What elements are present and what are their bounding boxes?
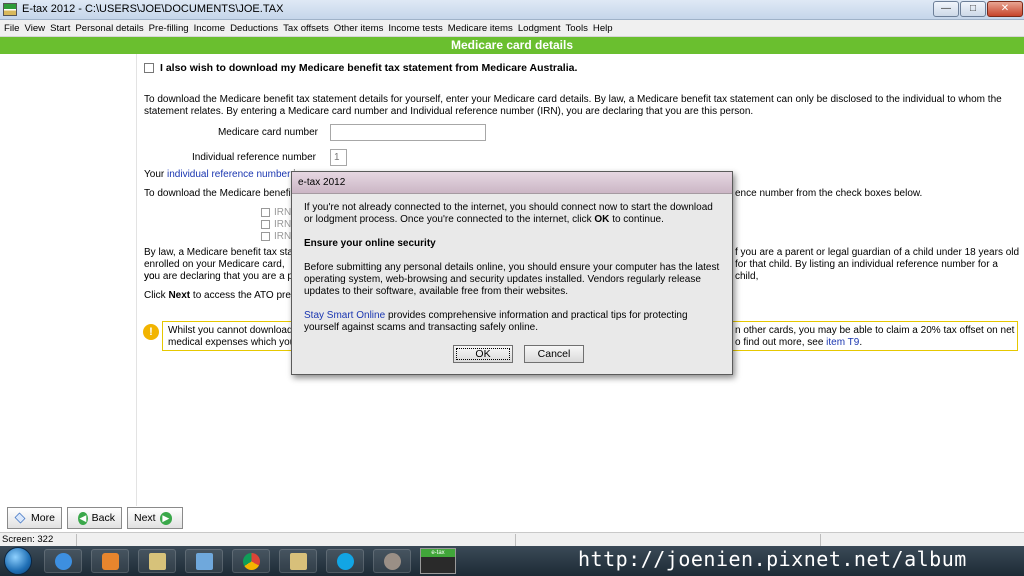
- folder-icon[interactable]: [138, 549, 176, 573]
- minimize-button[interactable]: —: [933, 1, 959, 17]
- card-number-label: Medicare card number: [217, 127, 318, 138]
- irn-checkbox-3[interactable]: IRN: [261, 231, 291, 242]
- dialog-body: If you're not already connected to the i…: [304, 202, 724, 334]
- irn-checkbox-1[interactable]: IRN: [261, 207, 291, 218]
- status-separator: [76, 534, 77, 546]
- download-statement-option[interactable]: I also wish to download my Medicare bene…: [144, 62, 577, 74]
- irn-input[interactable]: [330, 149, 347, 166]
- menu-pre-filling[interactable]: Pre-filling: [149, 23, 189, 34]
- etax-taskbar-icon[interactable]: e-tax: [420, 548, 456, 574]
- irn-checkbox-1-label: IRN: [274, 207, 292, 218]
- watermark-text: http://joenien.pixnet.net/album: [578, 547, 967, 571]
- stay-smart-online-link[interactable]: Stay Smart Online: [304, 310, 385, 321]
- next-arrow-icon: ▶: [159, 511, 172, 525]
- law-line-1-left: By law, a Medicare benefit tax sta: [144, 247, 293, 258]
- media-player-icon[interactable]: [91, 549, 129, 573]
- irn-checkbox-2-box[interactable]: [261, 220, 270, 229]
- menu-personal-details[interactable]: Personal details: [75, 23, 143, 34]
- menu-medicare-items[interactable]: Medicare items: [448, 23, 513, 34]
- intro-paragraph: To download the Medicare benefit tax sta…: [144, 94, 1002, 117]
- window-title: E-tax 2012 - C:\USERS\JOE\DOCUMENTS\JOE.…: [22, 3, 284, 15]
- more-button[interactable]: More: [7, 507, 62, 529]
- dialog-para-stay-smart: Stay Smart Online provides comprehensive…: [304, 310, 724, 334]
- click-prefix: Click: [144, 290, 166, 301]
- skype-icon[interactable]: [326, 549, 364, 573]
- menu-tools[interactable]: Tools: [565, 23, 587, 34]
- download-line-left: To download the Medicare benefit: [144, 188, 294, 199]
- next-button[interactable]: Next ▶: [127, 507, 183, 529]
- connect-dialog: e-tax 2012 If you're not already connect…: [291, 171, 733, 375]
- menu-income-tests[interactable]: Income tests: [388, 23, 442, 34]
- dialog-para-connect-b: to continue.: [612, 214, 664, 225]
- paint-icon[interactable]: [185, 549, 223, 573]
- irn-help-link[interactable]: individual reference number: [167, 169, 290, 180]
- menu-other-items[interactable]: Other items: [334, 23, 384, 34]
- menu-deductions[interactable]: Deductions: [230, 23, 278, 34]
- start-button[interactable]: [4, 547, 32, 575]
- law-line-2-right: for that child. By listing an individual…: [735, 259, 998, 282]
- menu-view[interactable]: View: [24, 23, 45, 34]
- diamond-icon: [14, 512, 26, 524]
- irn-checkbox-1-box[interactable]: [261, 208, 270, 217]
- ie-icon[interactable]: [44, 549, 82, 573]
- law-line-1-right: f you are a parent or legal guardian of …: [735, 247, 1020, 258]
- section-title: Medicare card details: [0, 37, 1024, 54]
- menu-income[interactable]: Income: [194, 23, 225, 34]
- info-right-2-line: o find out more, see item T9.: [735, 337, 862, 349]
- click-rest: to access the ATO pre: [192, 290, 291, 301]
- dialog-title: e-tax 2012: [298, 177, 346, 188]
- download-line-right: ence number from the check boxes below.: [735, 188, 923, 199]
- download-statement-label: I also wish to download my Medicare bene…: [160, 62, 578, 74]
- click-next-bold: Next: [168, 290, 191, 301]
- chrome-icon[interactable]: [232, 549, 270, 573]
- title-bar: E-tax 2012 - C:\USERS\JOE\DOCUMENTS\JOE.…: [0, 0, 1024, 20]
- download-statement-checkbox[interactable]: [144, 63, 154, 73]
- maximize-button[interactable]: □: [960, 1, 986, 17]
- irn-label: Individual reference number: [192, 152, 316, 163]
- irn-help-prefix: Your: [144, 169, 165, 180]
- irn-checkbox-2-label: IRN: [274, 219, 292, 230]
- info-left-1: Whilst you cannot download: [168, 325, 293, 336]
- menu-start[interactable]: Start: [50, 23, 70, 34]
- info-warning-icon: !: [143, 324, 159, 340]
- status-text: Screen: 322: [2, 534, 54, 545]
- law-line-3-left: you are declaring that you are a p: [144, 271, 293, 282]
- dialog-title-bar: e-tax 2012: [292, 172, 732, 194]
- menu-tax-offsets[interactable]: Tax offsets: [283, 23, 329, 34]
- menu-help[interactable]: Help: [593, 23, 613, 34]
- ok-button[interactable]: OK: [453, 345, 513, 363]
- status-separator: [515, 534, 516, 546]
- dialog-security-heading: Ensure your online security: [304, 238, 436, 249]
- etax-taskbar-label: e-tax: [421, 549, 455, 557]
- irn-checkbox-3-label: IRN: [274, 231, 292, 242]
- info-left-2: medical expenses which you: [168, 337, 296, 348]
- back-button[interactable]: ◀ Back: [67, 507, 122, 529]
- folder-icon[interactable]: [279, 549, 317, 573]
- status-separator: [820, 534, 821, 546]
- click-next-line: Click Next to access the ATO pre: [144, 290, 294, 302]
- irn-checkbox-2[interactable]: IRN: [261, 219, 291, 230]
- dialog-para-connect: If you're not already connected to the i…: [304, 202, 724, 226]
- menu-bar: File View Start Personal details Pre-fil…: [0, 20, 1024, 37]
- menu-file[interactable]: File: [4, 23, 19, 34]
- irn-checkbox-3-box[interactable]: [261, 232, 270, 241]
- dialog-para-connect-ok: OK: [594, 214, 610, 225]
- back-label: Back: [91, 512, 115, 524]
- back-arrow-icon: ◀: [78, 511, 88, 525]
- info-right-1: n other cards, you may be able to claim …: [735, 325, 1015, 336]
- menu-lodgment[interactable]: Lodgment: [518, 23, 561, 34]
- cancel-button[interactable]: Cancel: [524, 345, 584, 363]
- card-number-input[interactable]: [330, 124, 486, 141]
- more-label: More: [31, 512, 55, 524]
- status-bar: Screen: 322: [0, 532, 1024, 546]
- info-end: .: [859, 337, 863, 348]
- info-right-2: o find out more, see: [735, 337, 824, 348]
- tools-icon[interactable]: [373, 549, 411, 573]
- next-label: Next: [134, 512, 156, 524]
- left-panel: [0, 54, 137, 506]
- close-button[interactable]: ✕: [987, 1, 1023, 17]
- dialog-para-security: Before submitting any personal details o…: [304, 262, 720, 297]
- item-t9-link[interactable]: item T9: [826, 337, 859, 348]
- etax-app-icon: [3, 3, 17, 16]
